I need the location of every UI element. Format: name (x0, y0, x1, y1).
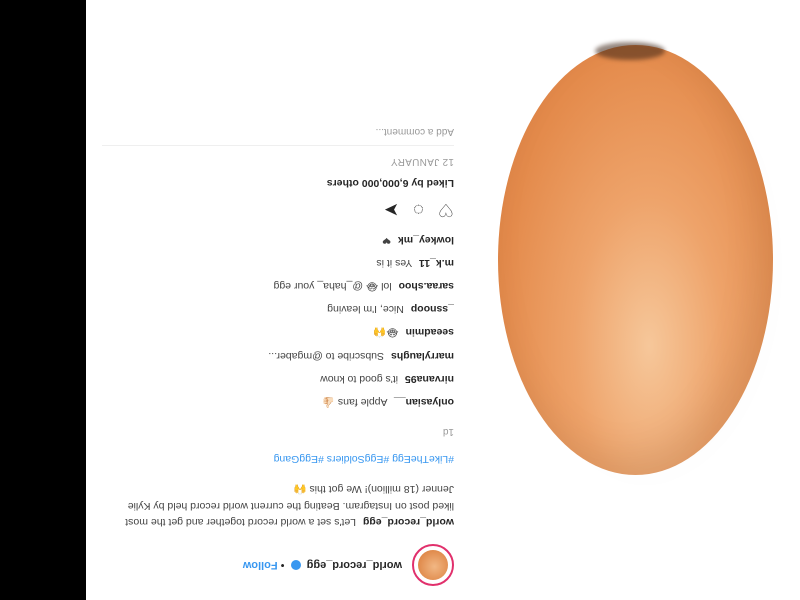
comment-item: seeadmin 😂🙌 (102, 326, 454, 339)
comment-username[interactable]: seeadmin (406, 326, 454, 338)
comment-text: lol 😂 @_haha_ your egg (273, 280, 392, 293)
heart-icon[interactable]: ♡ (438, 199, 454, 220)
comment-username[interactable]: onlyasian__ (394, 396, 454, 408)
caption-username[interactable]: world_record_egg (363, 516, 454, 528)
comment-text: ❤ (382, 234, 392, 247)
add-comment-input[interactable]: Add a comment... (102, 126, 454, 147)
header-text: world_record_egg • Follow (243, 559, 402, 571)
comment-icon[interactable]: ◌ (413, 199, 424, 220)
action-bar: ♡ ◌ ➤ (102, 199, 454, 220)
comment-username[interactable]: m.k_11 (419, 257, 454, 269)
comment-text: 😂🙌 (373, 326, 399, 339)
post-username[interactable]: world_record_egg (307, 559, 402, 571)
caption-body: world_record_egg Let's set a world recor… (102, 481, 454, 530)
avatar (418, 550, 448, 580)
comment-text: Apple fans 👍🏻 (321, 396, 388, 409)
comment-text: Subscribe to @mgaber... (268, 350, 385, 363)
caption-time: 1d (442, 425, 454, 437)
likes-count[interactable]: Liked by 6,000,000 others (102, 177, 454, 189)
comment-username[interactable]: saraa.shoo (399, 280, 454, 292)
post-sidebar: world_record_egg • Follow world_record_e… (86, 0, 470, 600)
verified-icon (290, 559, 301, 570)
post-date: 12 JANUARY (390, 156, 454, 168)
egg-shadow-top (595, 42, 665, 60)
avatar-ring[interactable] (412, 544, 454, 586)
comment-username[interactable]: lowkey_mk (398, 234, 454, 246)
egg-image (498, 45, 773, 475)
comment-item: lowkey_mk ❤ (102, 234, 454, 246)
post-caption: world_record_egg Let's set a world recor… (102, 423, 454, 530)
comment-item: _ssnoop Nice, I'm leaving (102, 303, 454, 315)
header-separator: • (280, 559, 285, 571)
comment-username[interactable]: nirvana95 (405, 373, 454, 385)
comment-item: saraa.shoo lol 😂 @_haha_ your egg (102, 280, 454, 292)
comment-username[interactable]: _ssnoop (411, 303, 454, 315)
comment-item: nirvana95 it's good to know (102, 373, 454, 385)
comment-item: marrylaughs Subscribe to @mgaber... (102, 350, 454, 362)
comment-text: Yes it is (376, 257, 413, 270)
comment-list: onlyasian__ Apple fans 👍🏻 nirvana95 it's… (102, 234, 454, 409)
follow-button[interactable]: Follow (243, 559, 278, 571)
comment-text: Nice, I'm leaving (327, 303, 404, 316)
comment-item: onlyasian__ Apple fans 👍🏻 (102, 396, 454, 409)
comment-text: it's good to know (320, 373, 399, 386)
caption-hashtags[interactable]: #LikeTheEgg #EggSoldiers #EggGang (102, 451, 454, 467)
post-header: world_record_egg • Follow (102, 542, 454, 588)
share-icon[interactable]: ➤ (384, 199, 399, 220)
comment-username[interactable]: marrylaughs (391, 350, 454, 362)
comment-item: m.k_11 Yes it is (102, 257, 454, 269)
left-black-border (0, 0, 86, 600)
